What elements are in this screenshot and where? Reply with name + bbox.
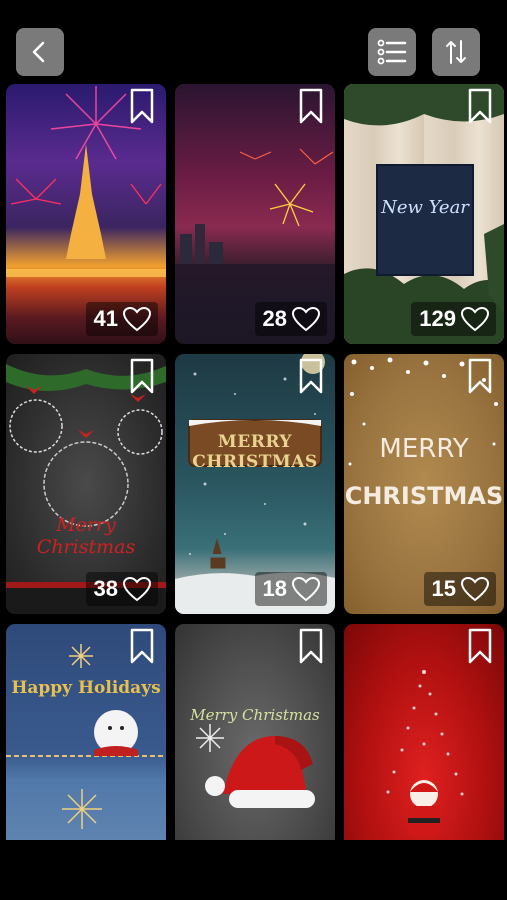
like-count: 41 xyxy=(93,306,118,331)
art-title: Merry Christmas xyxy=(190,706,320,724)
heart-icon[interactable] xyxy=(122,576,152,602)
art-title: MERRY CHRISTMAS xyxy=(192,432,318,472)
bookmark-icon[interactable] xyxy=(468,358,492,394)
bookmark-icon[interactable] xyxy=(130,628,154,664)
wallpaper-card[interactable]: New Year 129 xyxy=(344,84,504,344)
like-count: 38 xyxy=(93,576,118,601)
new-year-card-art: New Year xyxy=(376,164,474,276)
heart-icon[interactable] xyxy=(291,576,321,602)
art-title: Merry Christmas xyxy=(36,514,136,558)
sort-button[interactable] xyxy=(432,28,480,76)
bookmark-icon[interactable] xyxy=(299,358,323,394)
wallpaper-card[interactable]: 28 xyxy=(175,84,335,344)
bottom-area xyxy=(0,840,507,900)
like-count: 28 xyxy=(262,306,287,331)
art-title: New Year xyxy=(381,197,469,218)
bookmark-icon[interactable] xyxy=(130,88,154,124)
list-icon xyxy=(377,39,407,65)
heart-icon[interactable] xyxy=(460,306,490,332)
like-counter[interactable]: 18 xyxy=(254,572,327,606)
like-counter[interactable]: 15 xyxy=(423,572,496,606)
art-title-line-1: MERRY xyxy=(379,434,469,464)
like-counter[interactable]: 129 xyxy=(411,302,496,336)
like-counter[interactable]: 28 xyxy=(254,302,327,336)
heart-icon[interactable] xyxy=(291,306,321,332)
like-count: 18 xyxy=(262,576,287,601)
bookmark-icon[interactable] xyxy=(468,628,492,664)
bookmark-icon[interactable] xyxy=(468,88,492,124)
wallpaper-card[interactable]: MERRY CHRISTMAS 15 xyxy=(344,354,504,614)
heart-icon[interactable] xyxy=(460,576,490,602)
like-count: 15 xyxy=(431,576,456,601)
sort-arrows-icon xyxy=(446,40,466,64)
like-count: 129 xyxy=(419,306,456,331)
art-title: Happy Holidays xyxy=(11,678,161,698)
art-title-line-2: CHRISTMAS xyxy=(344,482,504,510)
bookmark-icon[interactable] xyxy=(299,628,323,664)
list-view-button[interactable] xyxy=(368,28,416,76)
chevron-left-icon xyxy=(32,41,45,63)
like-counter[interactable]: 38 xyxy=(85,572,158,606)
back-button[interactable] xyxy=(16,28,64,76)
wallpaper-card[interactable]: Merry Christmas 38 xyxy=(6,354,166,614)
heart-icon[interactable] xyxy=(122,306,152,332)
like-counter[interactable]: 41 xyxy=(85,302,158,336)
wallpaper-card[interactable]: MERRY CHRISTMAS 18 xyxy=(175,354,335,614)
bookmark-icon[interactable] xyxy=(130,358,154,394)
top-toolbar xyxy=(0,0,507,84)
bookmark-icon[interactable] xyxy=(299,88,323,124)
wallpaper-card[interactable]: 41 xyxy=(6,84,166,344)
